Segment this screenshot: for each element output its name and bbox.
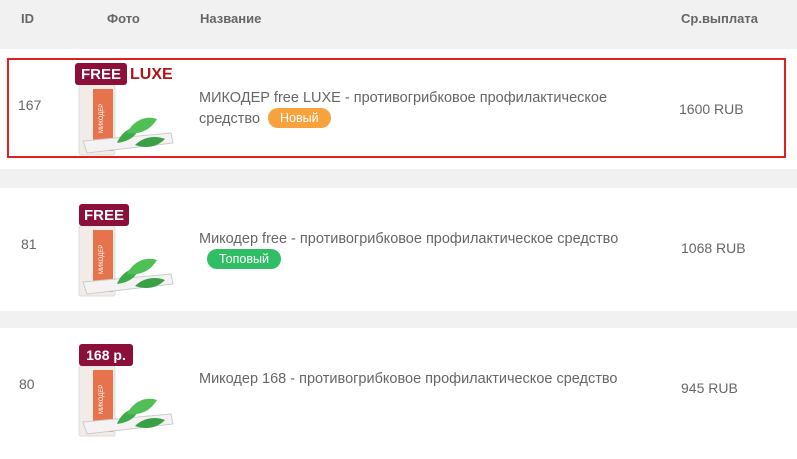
product-image[interactable]: МИКОДЕР FREE (73, 204, 177, 300)
offer-name-cell: МИКОДЕР free LUXE - противогрибковое про… (199, 88, 659, 129)
table-header: ID Фото Название Ср.выплата (0, 0, 797, 40)
offer-id: 80 (19, 376, 35, 392)
status-badge: Новый (268, 108, 331, 128)
status-badge: Топовый (207, 249, 281, 269)
product-tag: 168 р. (86, 347, 126, 363)
box-brand-text: МИКОДЕР (99, 245, 105, 274)
table-row[interactable]: 81 МИКОДЕР FREE Микодер free - противогр… (0, 188, 797, 311)
box-brand-text: МИКОДЕР (99, 104, 105, 133)
box-brand-text: МИКОДЕР (99, 385, 105, 414)
offer-payout: 1600 RUB (679, 101, 744, 117)
offer-payout: 945 RUB (681, 380, 738, 396)
offer-payout: 1068 RUB (681, 240, 746, 256)
offer-name[interactable]: Микодер 168 - противогрибковое профилакт… (199, 371, 618, 387)
table-row[interactable]: 80 МИКОДЕР 168 р. Микодер 168 - противог… (0, 328, 797, 459)
offer-id: 81 (21, 236, 37, 252)
offer-id: 167 (18, 97, 42, 113)
table-row[interactable]: 167 МИКОДЕР FREE LUXE МИКОДЕР free LUXE … (0, 49, 797, 169)
column-header-photo: Фото (107, 11, 140, 26)
product-tag: FREE (81, 66, 121, 83)
product-tag: FREE (84, 207, 124, 224)
product-image[interactable]: МИКОДЕР FREE LUXE (73, 63, 177, 159)
offer-name-cell: Микодер free - противогрибковое профилак… (199, 229, 659, 270)
column-header-payout[interactable]: Ср.выплата (681, 11, 758, 26)
offer-name-cell: Микодер 168 - противогрибковое профилакт… (199, 369, 659, 389)
column-header-id: ID (21, 11, 34, 26)
offer-name[interactable]: МИКОДЕР free LUXE - противогрибковое про… (199, 90, 607, 127)
column-header-name[interactable]: Название (200, 11, 261, 26)
product-image[interactable]: МИКОДЕР 168 р. (73, 344, 177, 440)
product-tag-luxe: LUXE (130, 66, 173, 83)
offer-name[interactable]: Микодер free - противогрибковое профилак… (199, 231, 618, 247)
